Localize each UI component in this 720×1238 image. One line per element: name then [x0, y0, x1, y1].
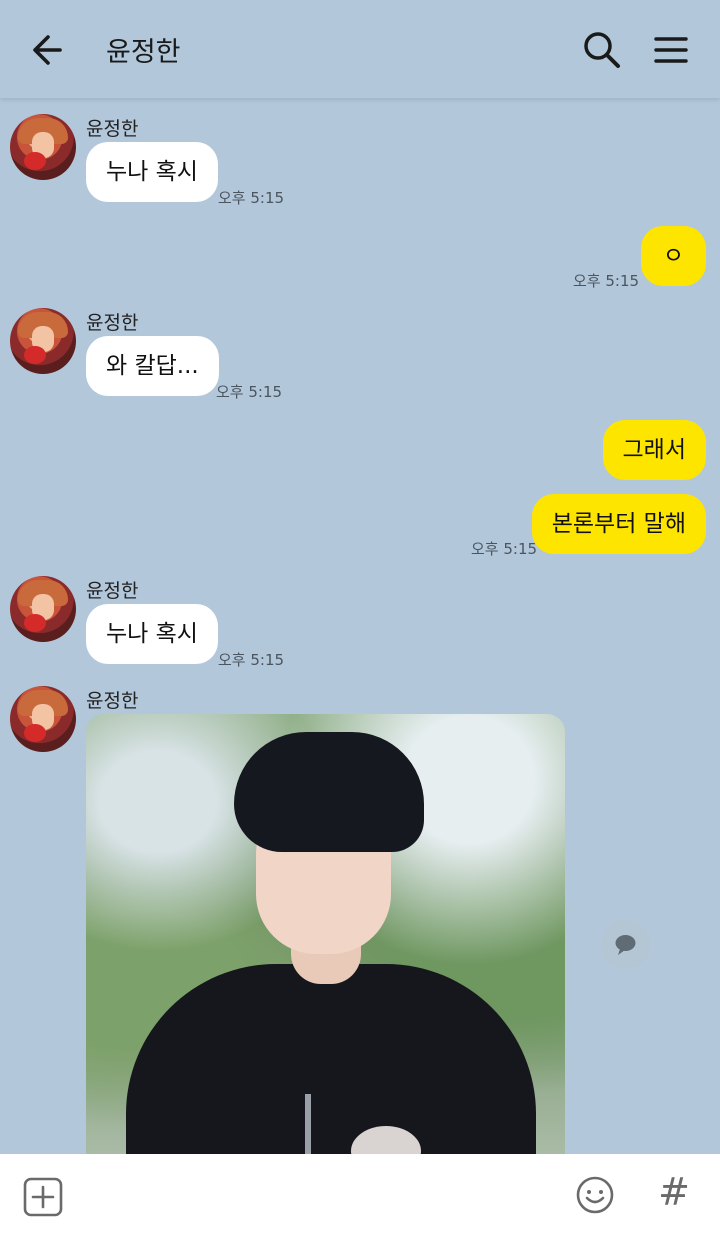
- avatar[interactable]: [10, 308, 76, 374]
- speech-bubble-icon[interactable]: [601, 920, 650, 969]
- input-bar: #: [0, 1154, 720, 1238]
- avatar[interactable]: [10, 114, 76, 180]
- message-time: 오후 5:15: [216, 383, 283, 401]
- sender-name: 윤정한: [86, 580, 139, 602]
- message-bubble[interactable]: 누나 혹시: [86, 142, 218, 202]
- chat-title: 윤정한: [106, 37, 181, 68]
- sender-name: 윤정한: [86, 118, 139, 140]
- hashtag-icon[interactable]: #: [654, 1170, 694, 1214]
- avatar[interactable]: [10, 576, 76, 642]
- message-time: 오후 5:15: [471, 540, 538, 558]
- menu-icon[interactable]: [648, 28, 694, 72]
- emoji-icon[interactable]: [574, 1174, 616, 1216]
- message-bubble[interactable]: ㅇ: [640, 226, 706, 286]
- chat-header: 윤정한: [0, 0, 720, 98]
- sender-name: 윤정한: [86, 312, 139, 334]
- message-time: 오후 5:15: [218, 189, 285, 207]
- message-bubble[interactable]: 와 칼답...: [86, 336, 219, 396]
- message-bubble[interactable]: 누나 혹시: [86, 604, 218, 664]
- message-bubble[interactable]: 그래서: [602, 420, 706, 480]
- message-time: 오후 5:15: [573, 272, 640, 290]
- avatar[interactable]: [10, 686, 76, 752]
- back-arrow-icon[interactable]: [26, 28, 74, 72]
- sender-name: 윤정한: [86, 690, 139, 712]
- message-bubble[interactable]: 본론부터 말해: [531, 494, 706, 554]
- message-time: 오후 5:15: [218, 651, 285, 669]
- plus-box-icon[interactable]: [22, 1176, 64, 1218]
- photo-message[interactable]: [86, 714, 565, 1154]
- search-icon[interactable]: [578, 26, 624, 72]
